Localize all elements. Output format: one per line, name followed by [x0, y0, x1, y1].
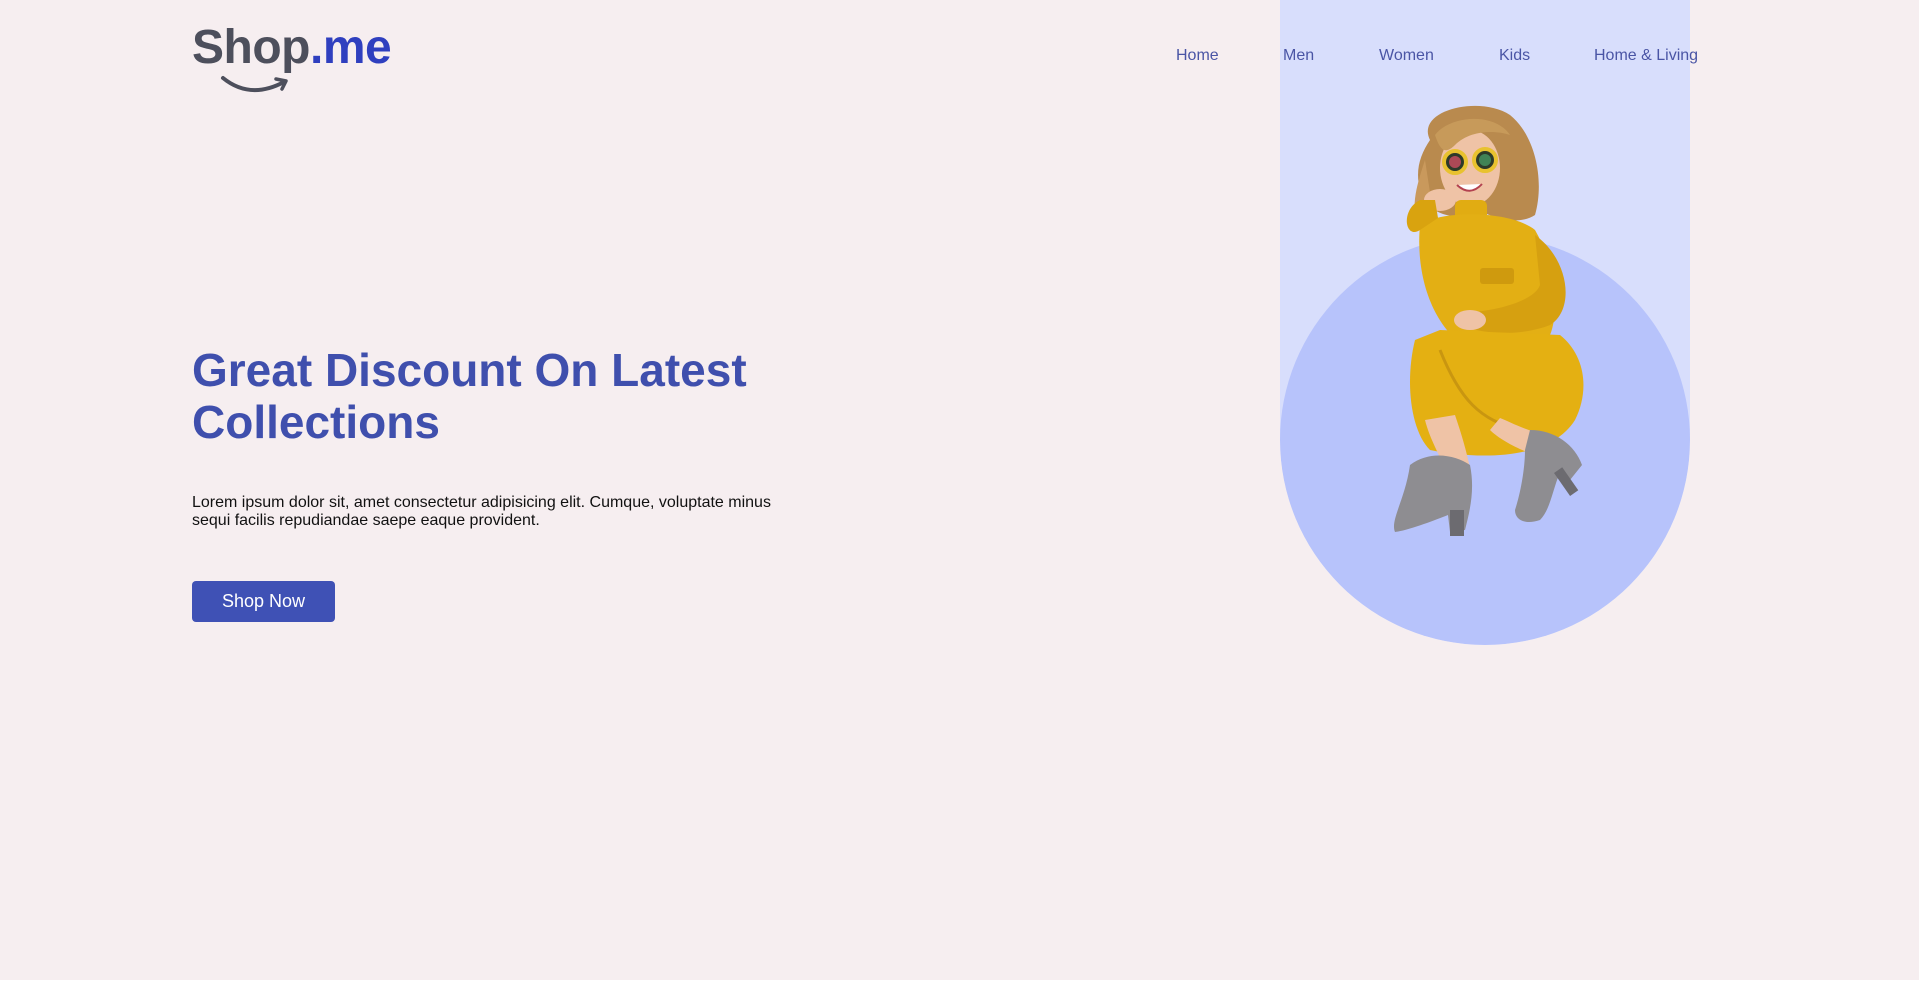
brand-name-me: .me: [309, 21, 392, 74]
nav-item-kids[interactable]: Kids: [1499, 47, 1530, 65]
brand-logo[interactable]: Shop.me: [192, 20, 392, 100]
smile-arrow-icon: [221, 76, 288, 93]
shop-now-button[interactable]: Shop Now: [192, 581, 335, 622]
landing-page: Shop.me Home Men Women Kids Home & Livin…: [0, 0, 1919, 982]
brand-wordmark: Shop.me: [192, 20, 392, 76]
nav-item-home-living[interactable]: Home & Living: [1594, 47, 1698, 65]
hero-description: Lorem ipsum dolor sit, amet consectetur …: [192, 494, 771, 529]
nav-item-men[interactable]: Men: [1283, 47, 1314, 65]
woman-in-yellow-dress-image: [1393, 105, 1584, 536]
brand-name-shop: Shop: [192, 21, 310, 74]
nav-item-women[interactable]: Women: [1379, 47, 1434, 65]
nav-item-home[interactable]: Home: [1176, 47, 1219, 65]
hero-title: Great Discount On Latest Collections: [192, 344, 747, 448]
